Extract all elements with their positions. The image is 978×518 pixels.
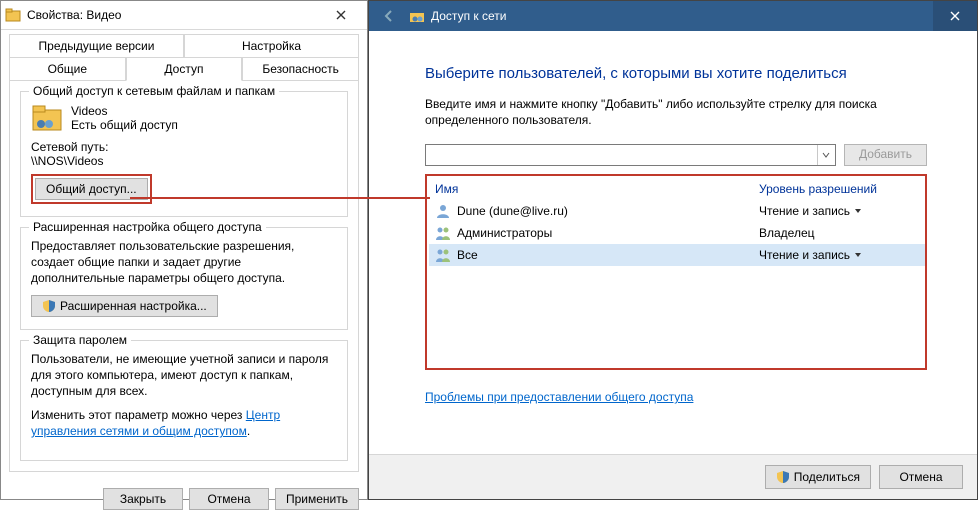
shield-icon: [42, 299, 56, 313]
network-path-label: Сетевой путь:: [31, 140, 337, 154]
troubleshoot-link[interactable]: Проблемы при предоставлении общего досту…: [425, 390, 693, 404]
permission-row[interactable]: Все Чтение и запись: [429, 244, 925, 266]
chevron-down-icon: [854, 207, 862, 215]
chevron-down-icon[interactable]: [817, 145, 835, 165]
chevron-down-icon: [854, 251, 862, 259]
permission-level[interactable]: Чтение и запись: [759, 204, 919, 218]
change-text-prefix: Изменить этот параметр можно через: [31, 408, 246, 422]
folder-icon: [5, 7, 21, 23]
network-share-icon: [409, 8, 425, 24]
share-button-highlight: Общий доступ...: [31, 174, 152, 204]
tab-panel-access: Общий доступ к сетевым файлам и папкам V…: [9, 80, 359, 472]
folder-name: Videos: [71, 104, 178, 118]
shared-folder-icon: [31, 102, 63, 134]
wizard-heading: Выберите пользователей, с которыми вы хо…: [425, 65, 927, 82]
apply-button[interactable]: Применить: [275, 488, 359, 510]
password-protection-group: Защита паролем Пользователи, не имеющие …: [20, 340, 348, 461]
permissions-header: Имя Уровень разрешений: [429, 178, 925, 200]
permission-row[interactable]: Dune (dune@live.ru) Чтение и запись: [429, 200, 925, 222]
tab-setup[interactable]: Настройка: [184, 34, 359, 57]
tab-strip: Предыдущие версии Настройка Общие Доступ…: [1, 30, 367, 81]
user-combobox[interactable]: [425, 144, 836, 166]
share-confirm-label: Поделиться: [794, 470, 860, 484]
permission-name: Все: [457, 248, 753, 262]
group-title: Расширенная настройка общего доступа: [29, 220, 266, 234]
user-icon: [435, 203, 451, 219]
password-protection-description: Пользователи, не имеющие учетной записи …: [31, 351, 337, 400]
advanced-sharing-button-label: Расширенная настройка...: [60, 299, 207, 313]
wizard-title: Доступ к сети: [431, 9, 506, 23]
tab-general[interactable]: Общие: [9, 57, 126, 81]
close-button[interactable]: [319, 1, 363, 29]
permission-level[interactable]: Владелец: [759, 226, 919, 240]
network-path: \\NOS\Videos: [31, 154, 337, 168]
dialog-footer: Закрыть Отмена Применить: [1, 480, 367, 518]
advanced-sharing-button[interactable]: Расширенная настройка...: [31, 295, 218, 317]
tab-access[interactable]: Доступ: [126, 57, 243, 81]
annotation-line: [130, 197, 430, 199]
permission-name: Администраторы: [457, 226, 753, 240]
titlebar[interactable]: Свойства: Видео: [1, 1, 367, 30]
column-name[interactable]: Имя: [435, 182, 759, 196]
permission-level[interactable]: Чтение и запись: [759, 248, 919, 262]
window-title: Свойства: Видео: [27, 8, 319, 22]
wizard-cancel-button[interactable]: Отмена: [879, 465, 963, 489]
wizard-close-button[interactable]: [933, 1, 977, 31]
password-protection-change: Изменить этот параметр можно через Центр…: [31, 407, 337, 439]
wizard-instruction: Введите имя и нажмите кнопку "Добавить" …: [425, 96, 927, 128]
shield-icon: [776, 470, 790, 484]
wizard-footer: Поделиться Отмена: [369, 454, 977, 499]
share-confirm-button[interactable]: Поделиться: [765, 465, 871, 489]
share-wizard: Доступ к сети Выберите пользователей, с …: [368, 0, 978, 500]
advanced-sharing-description: Предоставляет пользовательские разрешени…: [31, 238, 337, 287]
tab-security[interactable]: Безопасность: [242, 57, 359, 81]
group-icon: [435, 247, 451, 263]
group-title: Общий доступ к сетевым файлам и папкам: [29, 84, 279, 98]
group-title: Защита паролем: [29, 333, 131, 347]
wizard-titlebar[interactable]: Доступ к сети: [369, 1, 977, 31]
period: .: [247, 424, 250, 438]
permissions-list-highlight: Имя Уровень разрешений Dune (dune@live.r…: [425, 174, 927, 370]
column-level[interactable]: Уровень разрешений: [759, 182, 919, 196]
tab-previous-versions[interactable]: Предыдущие версии: [9, 34, 184, 57]
permissions-empty-area: [429, 266, 925, 366]
permission-row[interactable]: Администраторы Владелец: [429, 222, 925, 244]
advanced-sharing-group: Расширенная настройка общего доступа Пре…: [20, 227, 348, 330]
permission-name: Dune (dune@live.ru): [457, 204, 753, 218]
group-icon: [435, 225, 451, 241]
cancel-button[interactable]: Отмена: [189, 488, 269, 510]
close-button-footer[interactable]: Закрыть: [103, 488, 183, 510]
properties-dialog: Свойства: Видео Предыдущие версии Настро…: [0, 0, 368, 500]
back-button[interactable]: [369, 1, 409, 31]
folder-share-status: Есть общий доступ: [71, 118, 178, 132]
add-button[interactable]: Добавить: [844, 144, 927, 166]
